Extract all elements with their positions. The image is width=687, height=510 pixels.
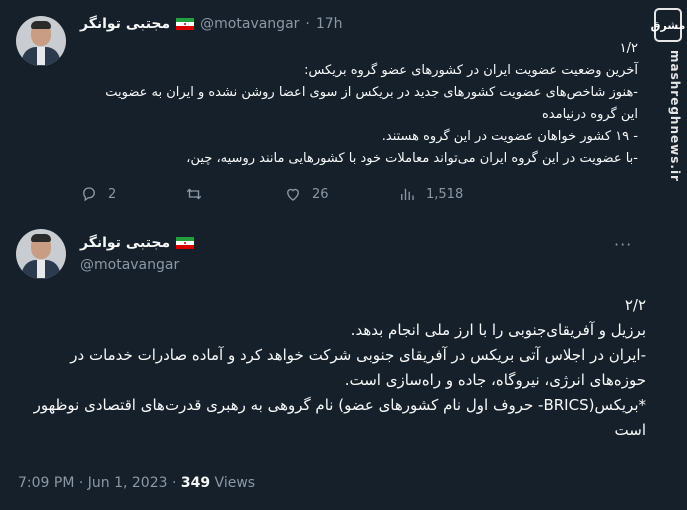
tweet-line: -با عضویت در این گروه ایران می‌تواند معا… [186, 151, 638, 166]
tweet-line: حوزه‌های انرژی، نیروگاه، جاده و راه‌سازی… [344, 371, 646, 389]
display-name[interactable]: مجتبی توانگر [80, 16, 170, 32]
tweet-meta: 7:09 PM · Jun 1, 2023 · 349 Views [18, 475, 255, 491]
reply-icon [83, 187, 95, 202]
tweet-time[interactable]: 17h [316, 16, 343, 32]
iran-flag-icon [176, 237, 195, 249]
avatar[interactable] [16, 16, 66, 66]
like-button[interactable]: 26 [284, 185, 329, 203]
tweet-line: است [614, 421, 646, 439]
views-label: Views [210, 475, 256, 491]
avatar[interactable] [16, 229, 66, 279]
like-count: 26 [312, 186, 329, 202]
tweet-1-text: ۱/۲ آخرین وضعیت عضویت ایران در کشورهای ع… [60, 38, 638, 170]
views-count: 1,518 [426, 186, 464, 202]
tweet-line: *بریکس(BRICS- حروف اول نام کشورهای عضو) … [33, 396, 646, 414]
reply-count: 2 [108, 186, 117, 202]
reply-button[interactable]: 2 [80, 185, 116, 203]
views-button[interactable]: 1,518 [398, 185, 463, 203]
tweet-line: این گروه درنیامده [541, 107, 638, 122]
tweet-line: - ۱۹ کشور خواهان عضویت در این گروه هستند… [381, 129, 638, 144]
tweet-line: ۱/۲ [619, 41, 638, 56]
tweet-line: آخرین وضعیت عضویت ایران در کشورهای عضو گ… [304, 63, 638, 78]
mashregh-logo: مشرق [651, 8, 685, 42]
timestamp[interactable]: 7:09 PM · Jun 1, 2023 · [18, 475, 181, 491]
tweet-2[interactable]: مجتبی توانگر @motavangar ··· ۲/۲ برزیل و… [0, 215, 650, 510]
tweet-line: -هنوز شاخص‌های عضویت کشورهای جدید در بری… [105, 85, 638, 100]
tweet-line: ۲/۲ [624, 296, 646, 314]
tweet-1-header: مجتبی توانگر @motavangar · 17h [80, 16, 343, 32]
more-icon[interactable]: ··· [614, 235, 632, 254]
iran-flag-icon [176, 18, 195, 30]
retweet-button[interactable] [185, 185, 213, 203]
handle[interactable]: @motavangar [80, 257, 179, 273]
site-watermark: mashreghnews.ir [668, 50, 682, 182]
tweet-line: برزیل و آفریقای‌جنوبی را با ارز ملی انجا… [350, 321, 646, 339]
tweet-2-text: ۲/۲ برزیل و آفریقای‌جنوبی را با ارز ملی … [18, 293, 646, 443]
retweet-icon [186, 188, 202, 200]
display-name[interactable]: مجتبی توانگر [80, 235, 170, 251]
tweet-line: -ایران در اجلاس آتی بریکس در آفریقای جنو… [70, 346, 646, 364]
handle[interactable]: @motavangar [200, 16, 299, 32]
tweet-actions: 2 26 1,518 [80, 185, 620, 205]
views-icon [401, 188, 414, 200]
separator: · [305, 16, 310, 32]
views-count: 349 [180, 475, 211, 491]
like-icon [287, 188, 299, 201]
tweet-1[interactable]: مجتبی توانگر @motavangar · 17h ۱/۲ آخرین… [0, 0, 650, 215]
tweet-2-name-row: مجتبی توانگر [80, 235, 195, 251]
